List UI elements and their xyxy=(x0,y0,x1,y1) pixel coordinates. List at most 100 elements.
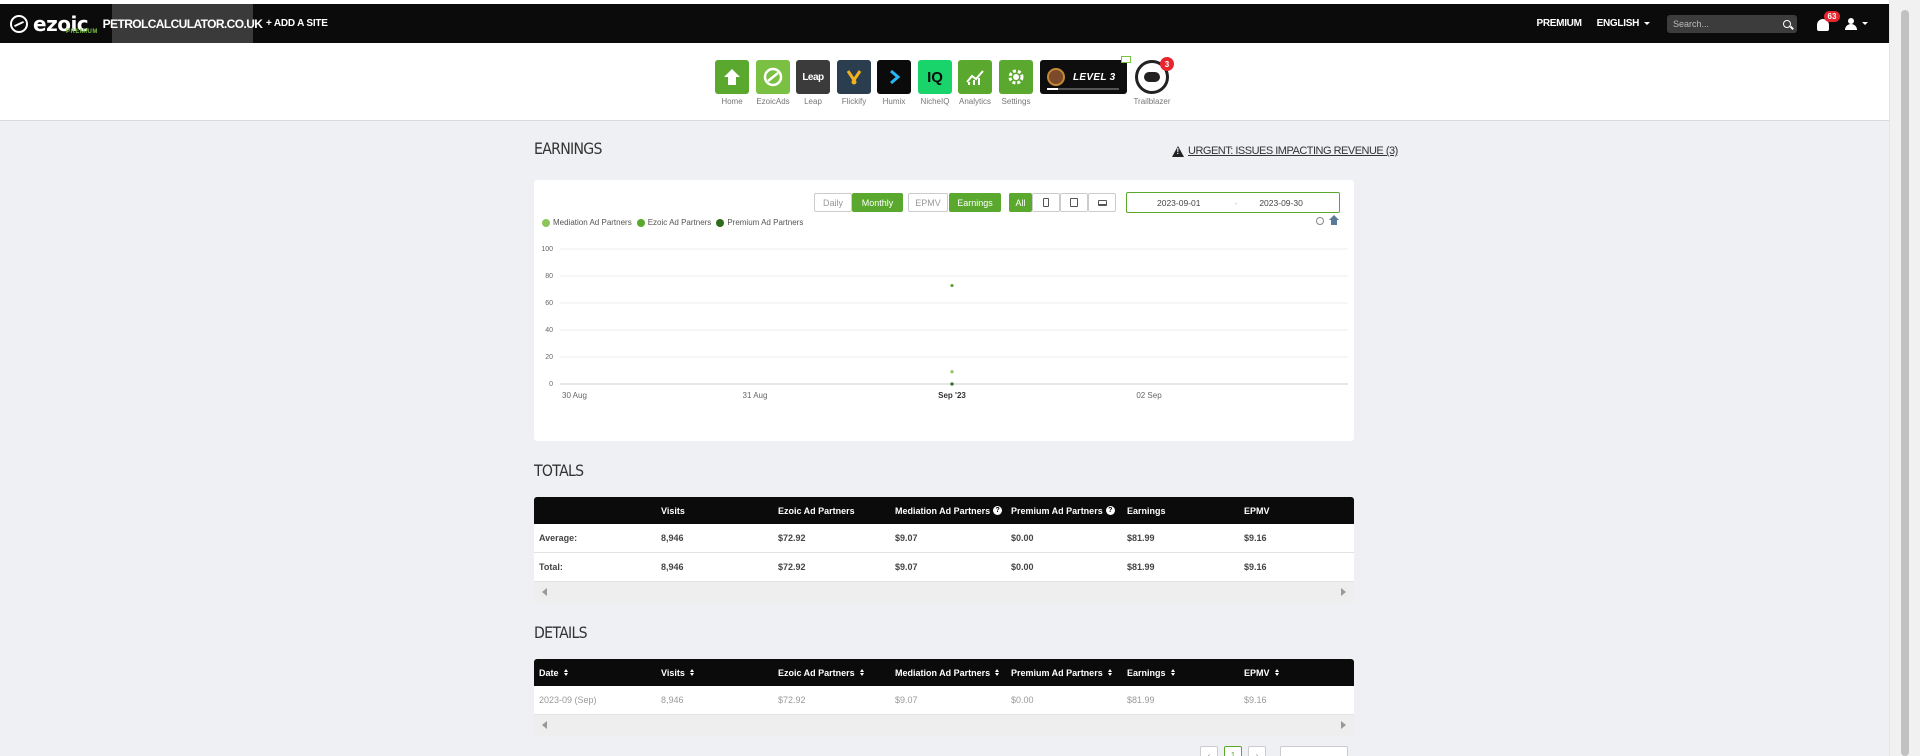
column-header-label: Mediation Ad Partners xyxy=(895,505,991,516)
x-tick-label: 02 Sep xyxy=(1136,391,1162,400)
level-badge[interactable]: LEVEL 3 xyxy=(1040,56,1131,94)
column-header[interactable]: Date xyxy=(539,659,568,686)
column-header[interactable]: Premium Ad Partners xyxy=(1011,659,1112,686)
logo-premium-label: PREMIUM xyxy=(66,29,98,35)
tablet-filter-button[interactable] xyxy=(1060,193,1088,212)
column-header-label: Premium Ad Partners xyxy=(1011,667,1103,678)
column-header-label: EPMV xyxy=(1244,505,1270,516)
table-cell: $9.16 xyxy=(1244,533,1267,543)
next-page-button[interactable]: › xyxy=(1248,746,1266,756)
notifications-button[interactable]: 63 xyxy=(1817,10,1840,32)
earnings-chart-card: Daily Monthly EPMV Earnings All 2023-09-… xyxy=(534,180,1354,441)
sort-icon xyxy=(995,669,1000,676)
user-menu[interactable] xyxy=(1845,17,1868,30)
pagination: ‹ 1 › xyxy=(1200,746,1352,756)
table-row: Average: 8,946 $72.92 $9.07 $0.00 $81.99 $9.16 xyxy=(534,524,1354,553)
horizontal-scrollbar[interactable] xyxy=(534,715,1354,736)
page-scrollbar[interactable] xyxy=(1889,0,1920,756)
add-site-link[interactable]: + ADD A SITE xyxy=(266,18,328,29)
legend-dot xyxy=(716,218,725,227)
app-label: Settings xyxy=(1001,97,1031,106)
page-1-button[interactable]: 1 xyxy=(1224,746,1242,756)
desktop-icon xyxy=(1097,199,1107,206)
scroll-left-icon[interactable] xyxy=(542,721,547,729)
zoom-icon[interactable] xyxy=(1316,217,1324,225)
desktop-filter-button[interactable] xyxy=(1088,193,1116,212)
page-size-select[interactable] xyxy=(1280,746,1348,756)
premium-link[interactable]: PREMIUM xyxy=(1537,18,1582,29)
user-icon xyxy=(1845,17,1857,30)
epmv-button[interactable]: EPMV xyxy=(908,193,948,212)
language-label: ENGLISH xyxy=(1596,18,1640,29)
help-icon[interactable]: ? xyxy=(1105,506,1115,515)
legend-item[interactable]: Premium Ad Partners xyxy=(716,218,803,227)
warning-icon xyxy=(1172,145,1184,157)
mail-icon xyxy=(1121,56,1131,63)
app-settings[interactable]: Settings xyxy=(999,60,1033,106)
column-header[interactable]: Visits xyxy=(661,659,694,686)
table-cell: $0.00 xyxy=(1011,695,1034,705)
table-cell: $9.16 xyxy=(1244,695,1267,705)
table-cell: $0.00 xyxy=(1011,533,1034,543)
trailblazer-badge: 3 xyxy=(1160,57,1174,71)
ezoic-logo[interactable]: ezoic PREMIUM xyxy=(0,4,112,43)
table-cell: 8,946 xyxy=(661,533,684,543)
column-header: Visits xyxy=(661,497,685,524)
all-devices-button[interactable]: All xyxy=(1009,193,1032,212)
scroll-right-icon[interactable] xyxy=(1341,721,1346,729)
column-header[interactable]: Ezoic Ad Partners xyxy=(778,659,864,686)
table-cell: 8,946 xyxy=(661,562,684,572)
sort-icon xyxy=(1274,669,1279,676)
monthly-button[interactable]: Monthly xyxy=(852,193,903,212)
urgent-issues-label: URGENT: ISSUES IMPACTING REVENUE (3) xyxy=(1188,145,1398,157)
nicheiq-icon: IQ xyxy=(918,60,952,94)
date-range-picker[interactable]: 2023-09-01 - 2023-09-30 xyxy=(1126,192,1340,213)
ezoicads-icon xyxy=(756,60,790,94)
reset-zoom-home-icon[interactable] xyxy=(1329,215,1339,225)
urgent-issues-link[interactable]: URGENT: ISSUES IMPACTING REVENUE (3) xyxy=(1172,145,1398,157)
scroll-left-icon[interactable] xyxy=(542,588,547,596)
mobile-filter-button[interactable] xyxy=(1032,193,1060,212)
scroll-right-icon[interactable] xyxy=(1341,588,1346,596)
language-selector[interactable]: ENGLISH xyxy=(1597,18,1650,29)
table-cell: 2023-09 (Sep) xyxy=(539,695,597,705)
totals-title: TOTALS xyxy=(534,461,584,480)
app-trailblazer[interactable]: 3 Trailblazer xyxy=(1133,57,1174,106)
column-header-label: Visits xyxy=(661,667,685,678)
column-header-label: Premium Ad Partners xyxy=(1011,505,1103,516)
earnings-button[interactable]: Earnings xyxy=(949,193,1001,212)
mobile-icon xyxy=(1043,198,1049,207)
column-header-label: Date xyxy=(539,667,559,678)
column-header-label: Ezoic Ad Partners xyxy=(778,667,855,678)
search-box xyxy=(1667,14,1797,33)
table-row: Total: 8,946 $72.92 $9.07 $0.00 $81.99 $9.16 xyxy=(534,553,1354,582)
daily-button[interactable]: Daily xyxy=(814,193,852,212)
humix-icon xyxy=(877,60,911,94)
column-header[interactable]: Earnings xyxy=(1127,659,1175,686)
level-progress-bar xyxy=(1047,88,1119,90)
prev-page-button[interactable]: ‹ xyxy=(1200,746,1218,756)
x-tick-label: Sep '23 xyxy=(938,391,966,400)
site-selector[interactable]: PETROLCALCULATOR.CO.UK xyxy=(103,4,263,43)
legend-item[interactable]: Ezoic Ad Partners xyxy=(636,218,711,227)
y-tick-label: 20 xyxy=(545,354,553,361)
legend-item[interactable]: Mediation Ad Partners xyxy=(542,218,632,227)
earnings-title: EARNINGS xyxy=(534,139,602,158)
table-cell: 8,946 xyxy=(661,695,684,705)
table-cell: Average: xyxy=(539,533,578,543)
column-header[interactable]: EPMV xyxy=(1244,659,1279,686)
column-header: Ezoic Ad Partners xyxy=(778,497,855,524)
flickify-icon xyxy=(837,60,871,94)
date-to: 2023-09-30 xyxy=(1259,197,1303,208)
ezoic-logo-icon xyxy=(10,14,28,33)
column-header-label: EPMV xyxy=(1244,667,1270,678)
help-icon[interactable]: ? xyxy=(993,506,1003,515)
column-header-label: Mediation Ad Partners xyxy=(895,667,991,678)
scrollbar-thumb[interactable] xyxy=(1901,10,1909,756)
table-cell: $81.99 xyxy=(1127,533,1155,543)
column-header[interactable]: Mediation Ad Partners xyxy=(895,659,1000,686)
y-tick-label: 60 xyxy=(545,300,553,307)
search-input[interactable] xyxy=(1673,18,1783,29)
search-icon[interactable] xyxy=(1783,19,1791,28)
horizontal-scrollbar[interactable] xyxy=(534,582,1354,603)
